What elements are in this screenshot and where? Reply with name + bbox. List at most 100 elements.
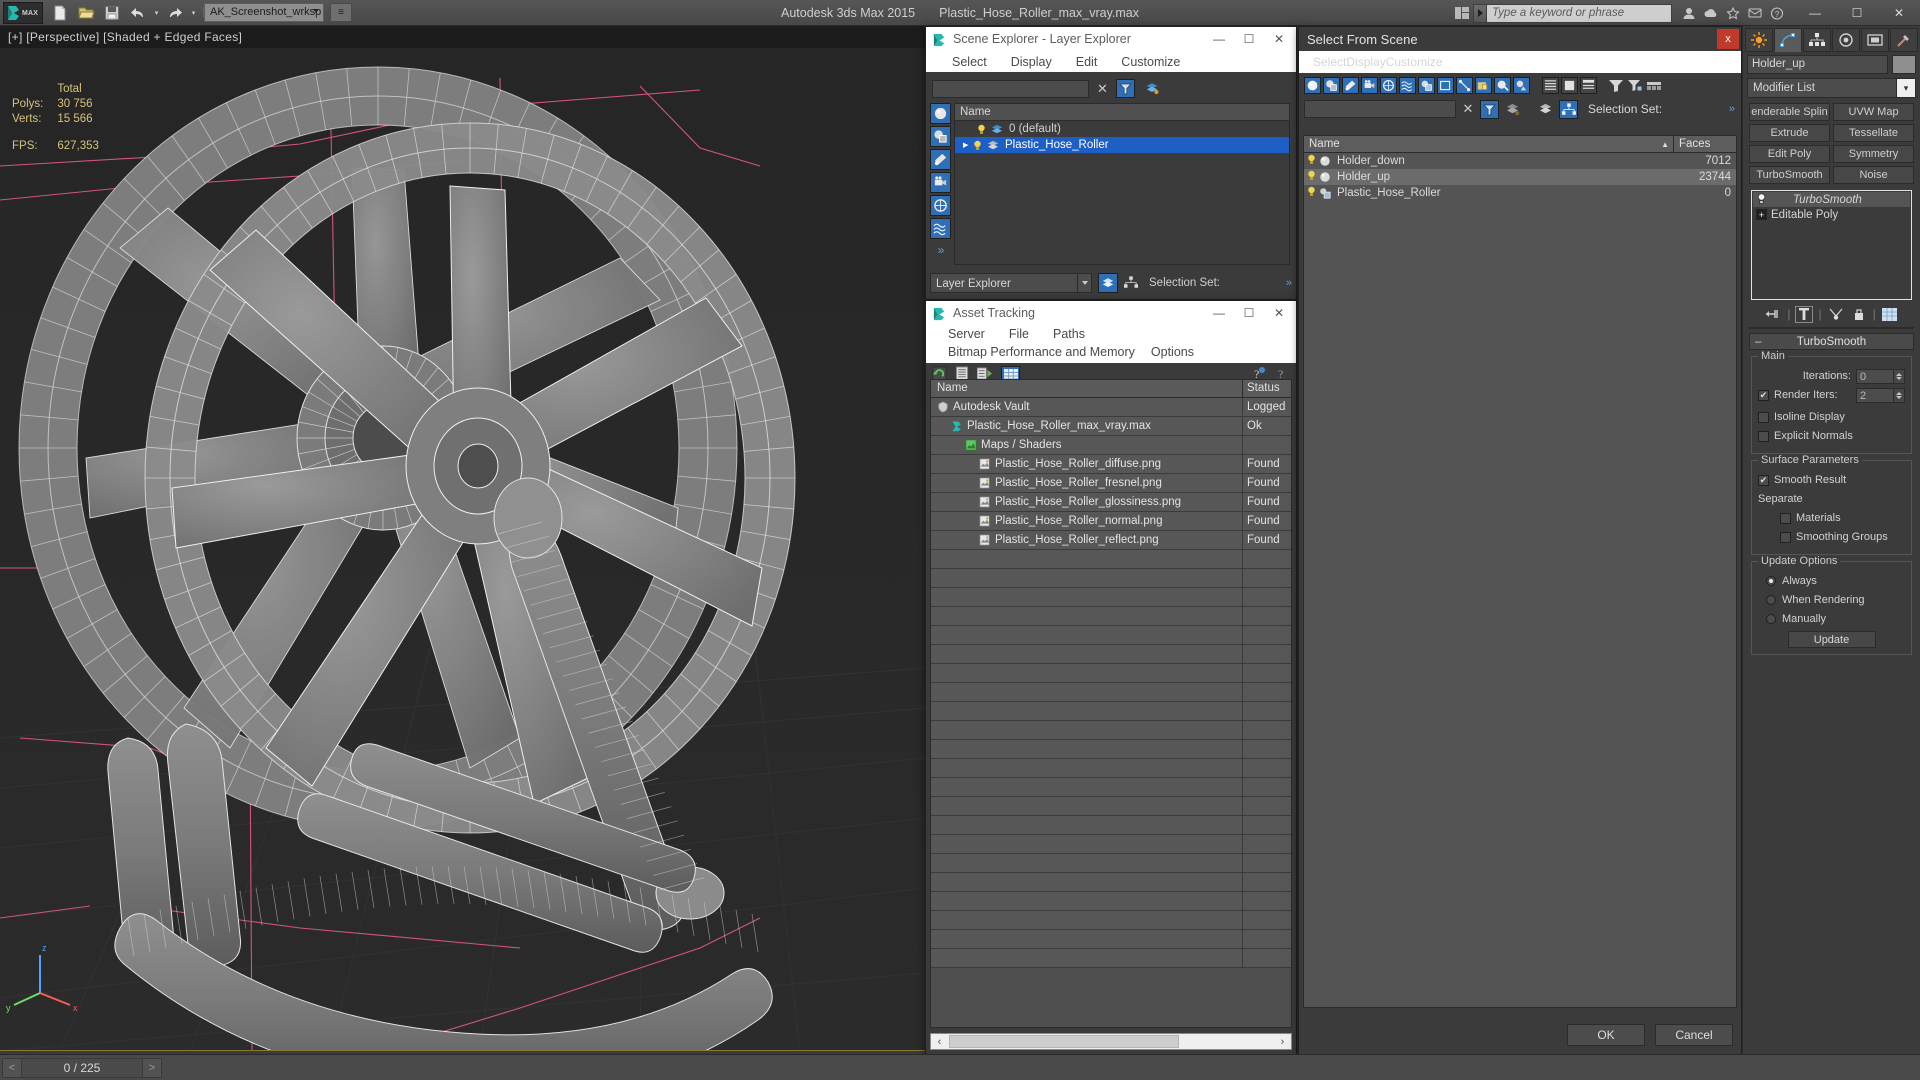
asset-tracking-window[interactable]: Asset Tracking — ☐ ✕ Server File Paths B… bbox=[925, 300, 1297, 1055]
explorer-mode-dropdown-icon[interactable] bbox=[1078, 273, 1092, 293]
smoothing-groups-row[interactable]: Smoothing Groups bbox=[1758, 529, 1905, 545]
asset-empty-row[interactable] bbox=[931, 816, 1291, 835]
object-row[interactable]: Plastic_Hose_Roller0 bbox=[1304, 185, 1736, 201]
search-input[interactable]: Type a keyword or phrase bbox=[1486, 4, 1672, 23]
hierarchy-tab[interactable] bbox=[1803, 28, 1831, 52]
menu-item-display[interactable]: Display bbox=[999, 55, 1064, 69]
configure-sets-icon[interactable] bbox=[1881, 306, 1899, 323]
ok-button[interactable]: OK bbox=[1567, 1024, 1645, 1046]
asset-row[interactable]: Autodesk VaultLogged bbox=[931, 398, 1291, 417]
menu-item-bitmap-performance[interactable]: Bitmap Performance and Memory bbox=[936, 345, 1147, 359]
helpers-filter-icon[interactable] bbox=[930, 195, 951, 216]
undo-icon[interactable] bbox=[126, 2, 150, 24]
display-tab[interactable] bbox=[1861, 28, 1889, 52]
menu-item-select[interactable]: Select bbox=[940, 55, 999, 69]
redo-icon[interactable] bbox=[163, 2, 187, 24]
modifier-button-uvw-map[interactable]: UVW Map bbox=[1833, 103, 1914, 121]
isoline-display-checkbox[interactable] bbox=[1758, 412, 1769, 423]
modifier-button-renderable-spline[interactable]: enderable Splin bbox=[1749, 103, 1830, 121]
filter-selection-icon[interactable] bbox=[1116, 79, 1135, 98]
asset-row[interactable]: Maps / Shaders bbox=[931, 436, 1291, 455]
hierarchy-mode-icon[interactable] bbox=[1559, 100, 1578, 119]
asset-empty-row[interactable] bbox=[931, 892, 1291, 911]
help-icon[interactable]: ? bbox=[1766, 0, 1788, 26]
asset-empty-row[interactable] bbox=[931, 835, 1291, 854]
scene-explorer-footer-overflow-icon[interactable]: » bbox=[1286, 277, 1292, 289]
frozen-icon[interactable] bbox=[1475, 77, 1492, 94]
xrefs-icon[interactable] bbox=[1437, 77, 1454, 94]
asset-row[interactable]: Plastic_Hose_Roller_glossiness.pngFound bbox=[931, 493, 1291, 512]
rollout-collapse-icon[interactable]: – bbox=[1755, 336, 1761, 348]
select-from-scene-title-bar[interactable]: Select From Scene x bbox=[1299, 27, 1741, 51]
scene-explorer-minimize-button[interactable]: — bbox=[1204, 28, 1234, 50]
show-end-result-icon[interactable] bbox=[1795, 306, 1813, 323]
display-dependents-icon[interactable] bbox=[1580, 77, 1597, 94]
menu-item-file[interactable]: File bbox=[997, 327, 1041, 341]
scroll-right-icon[interactable]: › bbox=[1274, 1034, 1291, 1049]
bones-icon[interactable] bbox=[1456, 77, 1473, 94]
asset-table-header[interactable]: Name Status bbox=[931, 380, 1291, 398]
modify-tab[interactable] bbox=[1774, 28, 1802, 52]
explicit-normals-checkbox[interactable] bbox=[1758, 431, 1769, 442]
minimize-button[interactable]: — bbox=[1794, 0, 1836, 26]
filter-toolbar-icon[interactable] bbox=[1645, 77, 1662, 94]
display-influences-icon[interactable] bbox=[1561, 77, 1578, 94]
materials-row[interactable]: Materials bbox=[1758, 510, 1905, 526]
select-from-scene-search-input[interactable] bbox=[1304, 100, 1456, 118]
explorer-mode-selector[interactable]: Layer Explorer bbox=[930, 273, 1078, 293]
asset-row[interactable]: Plastic_Hose_Roller_max_vray.maxOk bbox=[931, 417, 1291, 436]
selected-icon[interactable] bbox=[1513, 77, 1530, 94]
update-option-when-rendering[interactable]: When Rendering bbox=[1758, 592, 1905, 608]
object-row[interactable]: Holder_down7012 bbox=[1304, 153, 1736, 169]
menu-item-customize[interactable]: Customize bbox=[1386, 55, 1443, 69]
object-name-field[interactable]: Holder_up bbox=[1747, 55, 1888, 74]
filter-selection-icon[interactable] bbox=[1480, 100, 1499, 119]
asset-tracking-minimize-button[interactable]: — bbox=[1204, 302, 1234, 324]
menu-item-server[interactable]: Server bbox=[936, 327, 997, 341]
scene-explorer-search-input[interactable] bbox=[932, 80, 1089, 98]
scrollbar-thumb[interactable] bbox=[949, 1035, 1179, 1048]
asset-empty-row[interactable] bbox=[931, 778, 1291, 797]
asset-empty-row[interactable] bbox=[931, 854, 1291, 873]
object-list-body[interactable]: Holder_down7012Holder_up23744Plastic_Hos… bbox=[1304, 153, 1736, 201]
favorite-star-icon[interactable] bbox=[1722, 0, 1744, 26]
modifier-stack-item-editable-poly[interactable]: + Editable Poly bbox=[1753, 207, 1910, 222]
layer-explorer-toggle-icon[interactable] bbox=[1098, 273, 1118, 293]
spacewarps-icon[interactable] bbox=[1399, 77, 1416, 94]
lights-filter-icon[interactable] bbox=[930, 149, 951, 170]
layer-mode-icon[interactable] bbox=[1536, 100, 1555, 119]
menu-item-customize[interactable]: Customize bbox=[1109, 55, 1192, 69]
asset-empty-row[interactable] bbox=[931, 759, 1291, 778]
asset-row[interactable]: Plastic_Hose_Roller_diffuse.pngFound bbox=[931, 455, 1291, 474]
object-list-header[interactable]: Name ▲ Faces bbox=[1304, 136, 1736, 153]
smooth-result-row[interactable]: ✔ Smooth Result bbox=[1758, 472, 1905, 488]
open-file-icon[interactable] bbox=[74, 2, 98, 24]
smooth-result-checkbox[interactable]: ✔ bbox=[1758, 475, 1769, 486]
save-file-icon[interactable] bbox=[100, 2, 124, 24]
scene-explorer-title-bar[interactable]: Scene Explorer - Layer Explorer — ☐ ✕ bbox=[926, 27, 1296, 51]
workspace-dropdown-icon[interactable] bbox=[313, 9, 319, 13]
layer-filter-icon[interactable] bbox=[1503, 100, 1522, 119]
scene-explorer-layer-list[interactable]: Name 0 (default) ▶ Plastic_Hose_Roller bbox=[954, 103, 1290, 265]
materials-checkbox[interactable] bbox=[1780, 513, 1791, 524]
scene-explorer-column-header[interactable]: Name bbox=[955, 104, 1289, 121]
select-from-scene-dialog[interactable]: Select From Scene x Select Display Custo… bbox=[1298, 26, 1742, 1055]
asset-empty-row[interactable] bbox=[931, 911, 1291, 930]
asset-empty-row[interactable] bbox=[931, 740, 1291, 759]
modifier-button-tessellate[interactable]: Tessellate bbox=[1833, 124, 1914, 142]
iterations-field[interactable]: 0 bbox=[1856, 369, 1894, 384]
when-rendering-radio[interactable] bbox=[1766, 595, 1776, 605]
layer-row-default[interactable]: 0 (default) bbox=[955, 121, 1289, 137]
scene-explorer-window[interactable]: Scene Explorer - Layer Explorer — ☐ ✕ Se… bbox=[925, 26, 1297, 300]
update-option-manually[interactable]: Manually bbox=[1758, 611, 1905, 627]
remove-modifier-icon[interactable] bbox=[1850, 306, 1868, 323]
lightbulb-icon[interactable] bbox=[1307, 170, 1316, 184]
render-iters-spinner[interactable] bbox=[1894, 388, 1905, 403]
modifier-button-turbosmooth[interactable]: TurboSmooth bbox=[1749, 166, 1830, 184]
create-tab[interactable] bbox=[1745, 28, 1773, 52]
asset-tracking-maximize-button[interactable]: ☐ bbox=[1234, 302, 1264, 324]
asset-empty-row[interactable] bbox=[931, 797, 1291, 816]
helpers-icon[interactable] bbox=[1380, 77, 1397, 94]
render-iters-field[interactable]: 2 bbox=[1856, 388, 1894, 403]
shapes-icon[interactable] bbox=[1323, 77, 1340, 94]
